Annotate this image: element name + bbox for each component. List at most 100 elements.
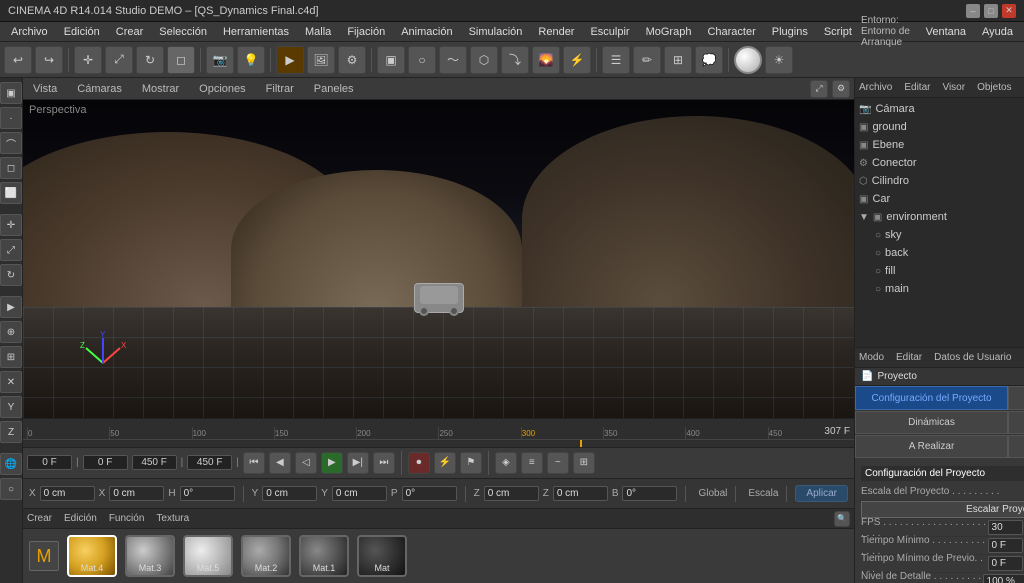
- apply-button[interactable]: Aplicar: [795, 485, 848, 502]
- env-expand-icon[interactable]: ▼: [859, 212, 869, 223]
- tmin-field[interactable]: [988, 538, 1023, 553]
- om-tab-archivo[interactable]: Archivo: [859, 82, 892, 93]
- attr-tab-editar[interactable]: Editar: [896, 352, 922, 363]
- scene-btn[interactable]: 🌄: [532, 46, 560, 74]
- mat-search-btn[interactable]: 🔍: [834, 511, 850, 527]
- left-icon-snap[interactable]: ⊕: [0, 321, 22, 343]
- mat5-swatch[interactable]: Mat.5: [183, 535, 233, 577]
- tree-row-fill[interactable]: ○ fill: [855, 262, 1024, 280]
- vp-tab-paneles[interactable]: Paneles: [308, 81, 360, 97]
- tree-row-main[interactable]: ○ main: [855, 280, 1024, 298]
- attr-tab-modo[interactable]: Modo: [859, 352, 884, 363]
- menu-mograph[interactable]: MoGraph: [639, 24, 699, 40]
- menu-script[interactable]: Script: [817, 24, 859, 40]
- x2-field[interactable]: [109, 486, 164, 501]
- menu-malla[interactable]: Malla: [298, 24, 338, 40]
- tree-row-car[interactable]: ▣ Car: [855, 190, 1024, 208]
- mat2-swatch[interactable]: Mat.2: [241, 535, 291, 577]
- left-icon-move[interactable]: ✛: [0, 214, 22, 236]
- left-icon-world[interactable]: 🌐: [0, 453, 22, 475]
- left-icon-y[interactable]: Y: [0, 396, 22, 418]
- vp-settings-btn[interactable]: ⚙: [832, 80, 850, 98]
- left-icon-uv[interactable]: ⬜: [0, 182, 22, 204]
- tree-row-camera[interactable]: 📷 Cámara: [855, 100, 1024, 118]
- om-tab-objetos[interactable]: Objetos: [977, 82, 1011, 93]
- start-frame-field[interactable]: 0 F: [83, 455, 128, 470]
- menu-simulacion[interactable]: Simulación: [462, 24, 530, 40]
- key-all-button[interactable]: ⚑: [460, 452, 482, 474]
- mograph-btn[interactable]: ⊞: [664, 46, 692, 74]
- tminprev-field[interactable]: [988, 556, 1023, 571]
- fcurve-btn[interactable]: ~: [547, 452, 569, 474]
- vp-tab-mostrar[interactable]: Mostrar: [136, 81, 185, 97]
- left-icon-model[interactable]: ▣: [0, 82, 22, 104]
- nurbs-btn[interactable]: ⬡: [470, 46, 498, 74]
- menu-plugins[interactable]: Plugins: [765, 24, 815, 40]
- menu-crear[interactable]: Crear: [109, 24, 151, 40]
- null-btn[interactable]: ○: [408, 46, 436, 74]
- play-back-button[interactable]: ◁: [295, 452, 317, 474]
- attr-tab-datos[interactable]: Datos de Usuario: [934, 352, 1011, 363]
- vp-tab-camaras[interactable]: Cámaras: [71, 81, 128, 97]
- camera-tool[interactable]: 📷: [206, 46, 234, 74]
- y2-field[interactable]: [332, 486, 387, 501]
- menu-archivo[interactable]: Archivo: [4, 24, 55, 40]
- menu-character[interactable]: Character: [700, 24, 762, 40]
- select-tool[interactable]: ◻: [167, 46, 195, 74]
- left-icon-object[interactable]: ○: [0, 478, 22, 500]
- x-field[interactable]: [40, 486, 95, 501]
- viewport-canvas[interactable]: X Z Y Perspectiva: [23, 100, 854, 418]
- tree-row-cilindro[interactable]: ⬡ Cilindro ⚡: [855, 172, 1024, 190]
- tree-row-environment[interactable]: ▼ ▣ environment: [855, 208, 1024, 226]
- b-field[interactable]: [622, 486, 677, 501]
- attr-btn-realizar[interactable]: A Realizar: [855, 435, 1008, 458]
- left-icon-points[interactable]: ·: [0, 107, 22, 129]
- y-field[interactable]: [262, 486, 317, 501]
- menu-esculpir[interactable]: Esculpir: [583, 24, 636, 40]
- motion-clip-btn[interactable]: ◈: [495, 452, 517, 474]
- dynamics-btn[interactable]: ⚡: [563, 46, 591, 74]
- end-frame-field[interactable]: 450 F: [132, 455, 177, 470]
- tree-row-back[interactable]: ○ back: [855, 244, 1024, 262]
- thinking-btn[interactable]: 💭: [695, 46, 723, 74]
- go-start-button[interactable]: ⏮: [243, 452, 265, 474]
- mat4-swatch[interactable]: Mat.4: [67, 535, 117, 577]
- attr-btn-interpolacion[interactable]: Interpolación de Claves: [1008, 435, 1024, 458]
- mat3-swatch[interactable]: Mat.3: [125, 535, 175, 577]
- menu-herramientas[interactable]: Herramientas: [216, 24, 296, 40]
- z-field[interactable]: [484, 486, 539, 501]
- preview-end-field[interactable]: 450 F: [187, 455, 232, 470]
- menu-ayuda[interactable]: Ayuda: [975, 24, 1020, 40]
- close-button[interactable]: ✕: [1002, 4, 1016, 18]
- nivel-field[interactable]: [983, 574, 1024, 583]
- next-frame-button[interactable]: ▶|: [347, 452, 369, 474]
- mat-tab-crear[interactable]: Crear: [27, 513, 52, 524]
- tree-row-sky[interactable]: ○ sky: [855, 226, 1024, 244]
- sketch-btn[interactable]: ✏: [633, 46, 661, 74]
- current-frame-field[interactable]: 0 F: [27, 455, 72, 470]
- render-button[interactable]: ▶: [276, 46, 304, 74]
- auto-key-button[interactable]: ⚡: [434, 452, 456, 474]
- redo-button[interactable]: ↪: [35, 46, 63, 74]
- left-icon-live[interactable]: ▶: [0, 296, 22, 318]
- attr-btn-dinamicas[interactable]: Dinámicas: [855, 411, 1008, 434]
- render-settings[interactable]: ⚙: [338, 46, 366, 74]
- object-btn[interactable]: ▣: [377, 46, 405, 74]
- z2-field[interactable]: [553, 486, 608, 501]
- tree-row-ground[interactable]: ▣ ground 🏷: [855, 118, 1024, 136]
- mat-tab-funcion[interactable]: Función: [109, 513, 145, 524]
- left-icon-scale[interactable]: ⤢: [0, 239, 22, 261]
- tree-row-conector[interactable]: ⚙ Conector: [855, 154, 1024, 172]
- scale-tool[interactable]: ⤢: [105, 46, 133, 74]
- maximize-button[interactable]: □: [984, 4, 998, 18]
- left-icon-edges[interactable]: ⌒: [0, 132, 22, 154]
- play-button[interactable]: ▶: [321, 452, 343, 474]
- minimize-button[interactable]: –: [966, 4, 980, 18]
- mat-tab-edicion[interactable]: Edición: [64, 513, 97, 524]
- prev-frame-button[interactable]: ◀: [269, 452, 291, 474]
- menu-ventana[interactable]: Ventana: [919, 24, 973, 40]
- left-icon-rotate[interactable]: ↻: [0, 264, 22, 286]
- mat1-swatch[interactable]: Mat.1: [299, 535, 349, 577]
- h-field[interactable]: [180, 486, 235, 501]
- vp-tab-filtrar[interactable]: Filtrar: [260, 81, 300, 97]
